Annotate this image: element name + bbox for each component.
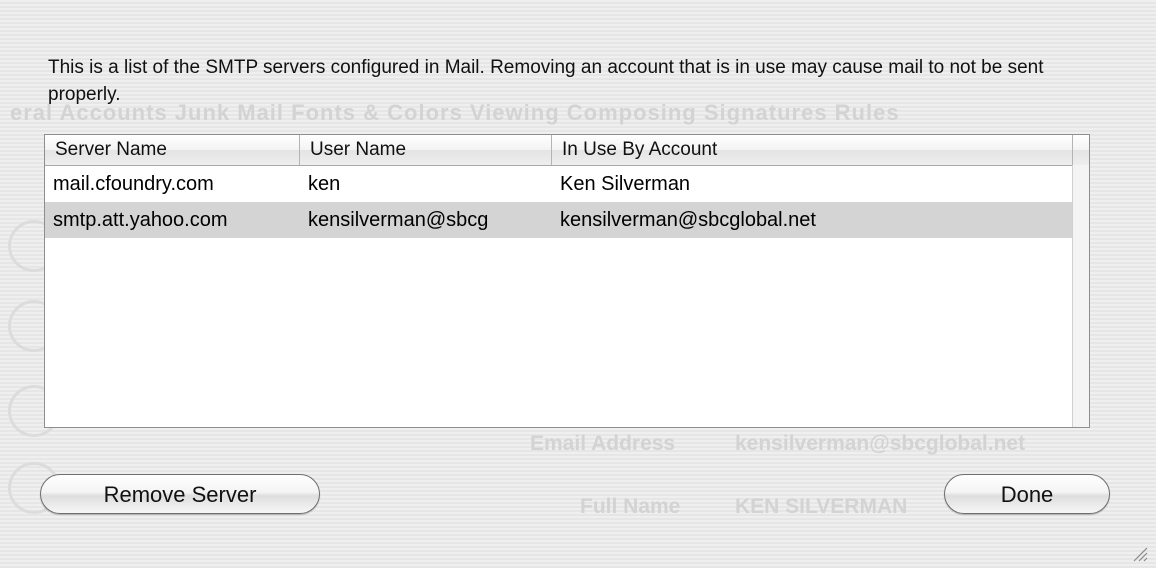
cell-server-name: smtp.att.yahoo.com xyxy=(53,208,228,231)
background-email-label: Email Address xyxy=(530,432,676,455)
cell-user-name: ken xyxy=(308,172,341,195)
done-button[interactable]: Done xyxy=(944,474,1110,514)
column-header-in-use-by-account[interactable]: In Use By Account xyxy=(552,135,1073,165)
cell-server-name: mail.cfoundry.com xyxy=(53,172,214,195)
cell-in-use-by-account: Ken Silverman xyxy=(560,172,691,195)
table-row[interactable]: mail.cfoundry.com ken Ken Silverman xyxy=(45,166,1089,202)
explanation-text: This is a list of the SMTP servers confi… xyxy=(48,57,1044,105)
header-corner xyxy=(1073,135,1089,165)
cell-in-use-by-account: kensilverman@sbcglobal.net xyxy=(560,208,816,231)
remove-server-button[interactable]: Remove Server xyxy=(40,474,320,514)
vertical-scrollbar[interactable] xyxy=(1072,165,1089,427)
cell-user-name: kensilverman@sbcg xyxy=(308,208,489,231)
smtp-server-table[interactable]: Server Name User Name In Use By Account … xyxy=(44,134,1090,428)
background-fullname-label: Full Name xyxy=(580,495,681,518)
resize-grip-icon[interactable] xyxy=(1130,544,1148,562)
column-header-user-name[interactable]: User Name xyxy=(300,135,552,165)
background-fullname-value: KEN SILVERMAN xyxy=(735,495,908,518)
column-header-server-name[interactable]: Server Name xyxy=(45,135,300,165)
smtp-server-list-sheet: eral Accounts Junk Mail Fonts & Colors V… xyxy=(0,0,1156,568)
table-row-selected[interactable]: smtp.att.yahoo.com kensilverman@sbcg ken… xyxy=(45,202,1089,238)
background-email-value: kensilverman@sbcglobal.net xyxy=(735,432,1026,455)
table-header: Server Name User Name In Use By Account xyxy=(45,135,1089,166)
table-body: mail.cfoundry.com ken Ken Silverman smtp… xyxy=(45,166,1089,238)
